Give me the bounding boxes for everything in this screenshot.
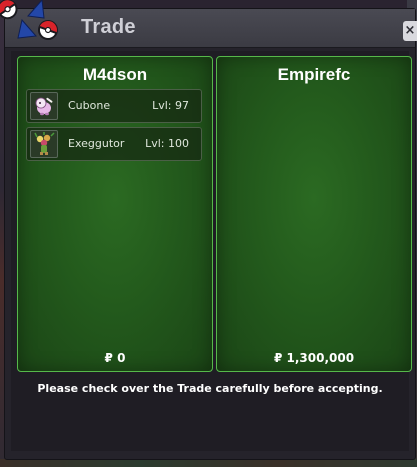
background-strip-bottom	[0, 459, 417, 467]
close-button[interactable]: ×	[403, 21, 417, 41]
trader-name: Empirefc	[277, 65, 351, 84]
trade-window: Trade × M4dson Cubone Lvl: 97 Exeggutor …	[4, 8, 417, 460]
offered-money: ₽ 0	[104, 351, 126, 365]
offered-pokemon-row[interactable]: Cubone Lvl: 97	[26, 89, 202, 123]
window-title: Trade	[81, 16, 136, 38]
pokemon-name: Cubone	[68, 99, 111, 112]
exeggutor-sprite-icon	[30, 130, 58, 158]
trade-warning-text: Please check over the Trade carefully be…	[37, 382, 383, 395]
pokemon-level: Lvl: 97	[152, 99, 189, 112]
cubone-sprite-icon	[30, 92, 58, 120]
trade-offer-panel-self: M4dson Cubone Lvl: 97 Exeggutor Lvl: 100…	[17, 56, 213, 372]
offered-money: ₽ 1,300,000	[273, 351, 355, 365]
pokemon-level: Lvl: 100	[145, 137, 189, 150]
trader-name: M4dson	[82, 65, 148, 84]
pokeball-logo-icon	[0, 0, 58, 40]
trade-offer-panel-partner: Empirefc ₽ 1,300,000	[216, 56, 412, 372]
offered-pokemon-row[interactable]: Exeggutor Lvl: 100	[26, 127, 202, 161]
pokemon-name: Exeggutor	[68, 137, 125, 150]
